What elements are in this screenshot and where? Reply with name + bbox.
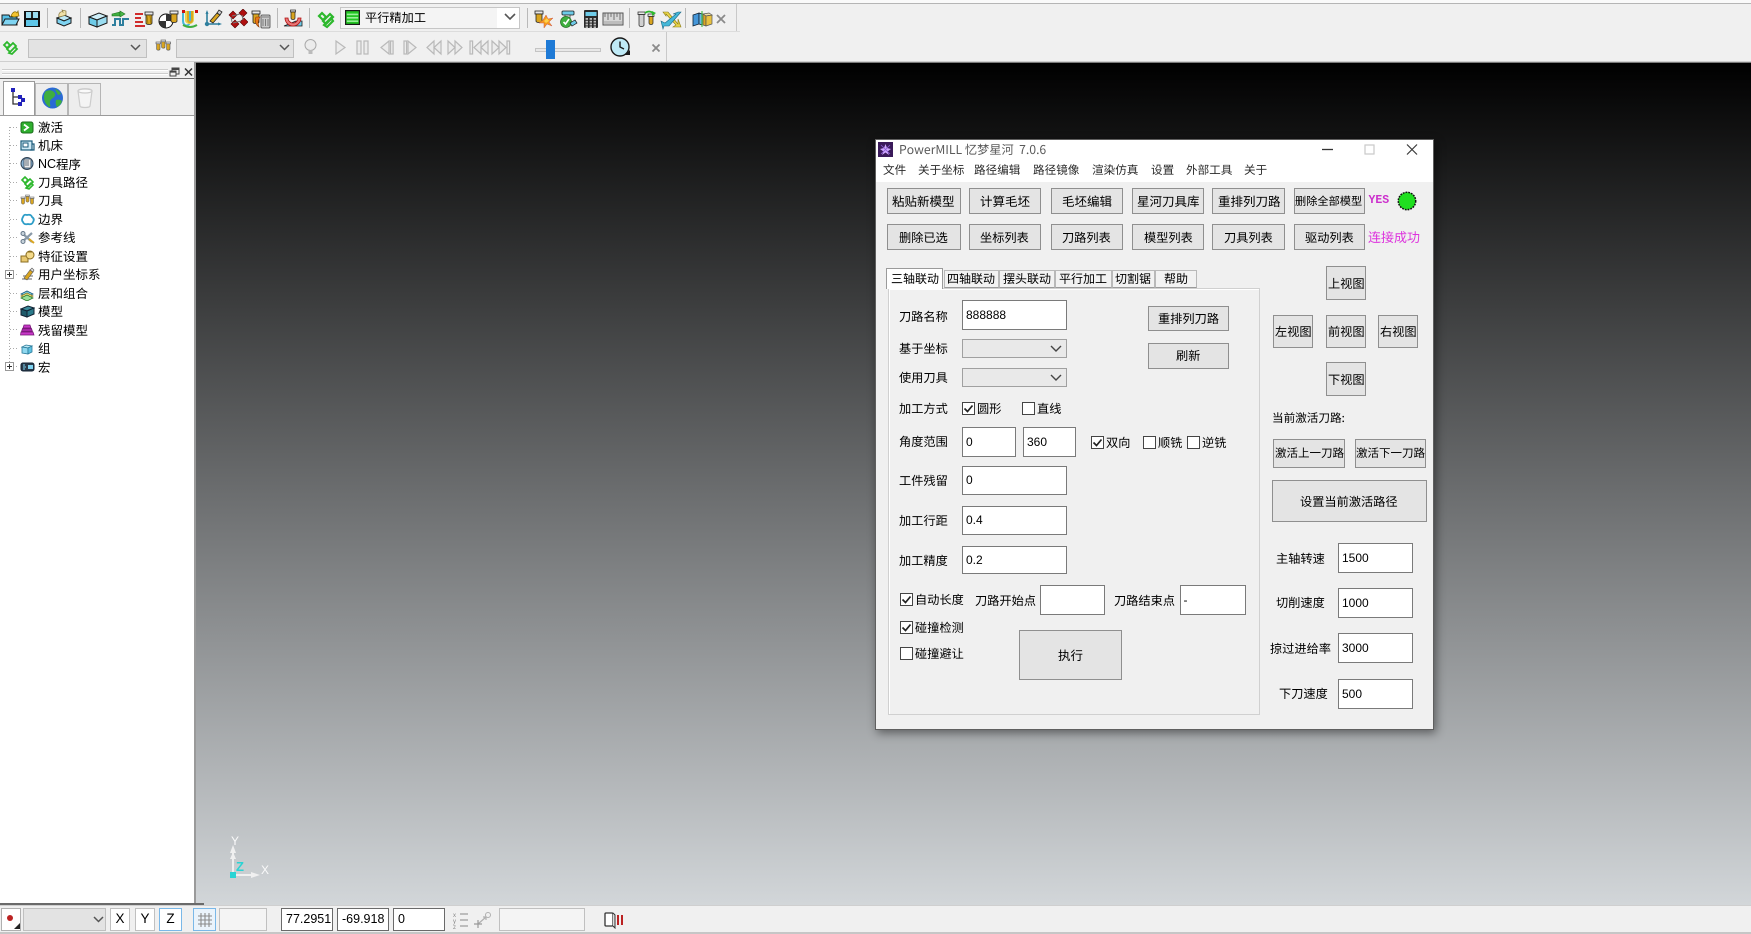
- svg-text:X: X: [261, 863, 269, 877]
- svg-text:z: z: [453, 925, 456, 929]
- svg-text:Z: Z: [236, 859, 244, 874]
- svg-text:Y: Y: [231, 834, 239, 848]
